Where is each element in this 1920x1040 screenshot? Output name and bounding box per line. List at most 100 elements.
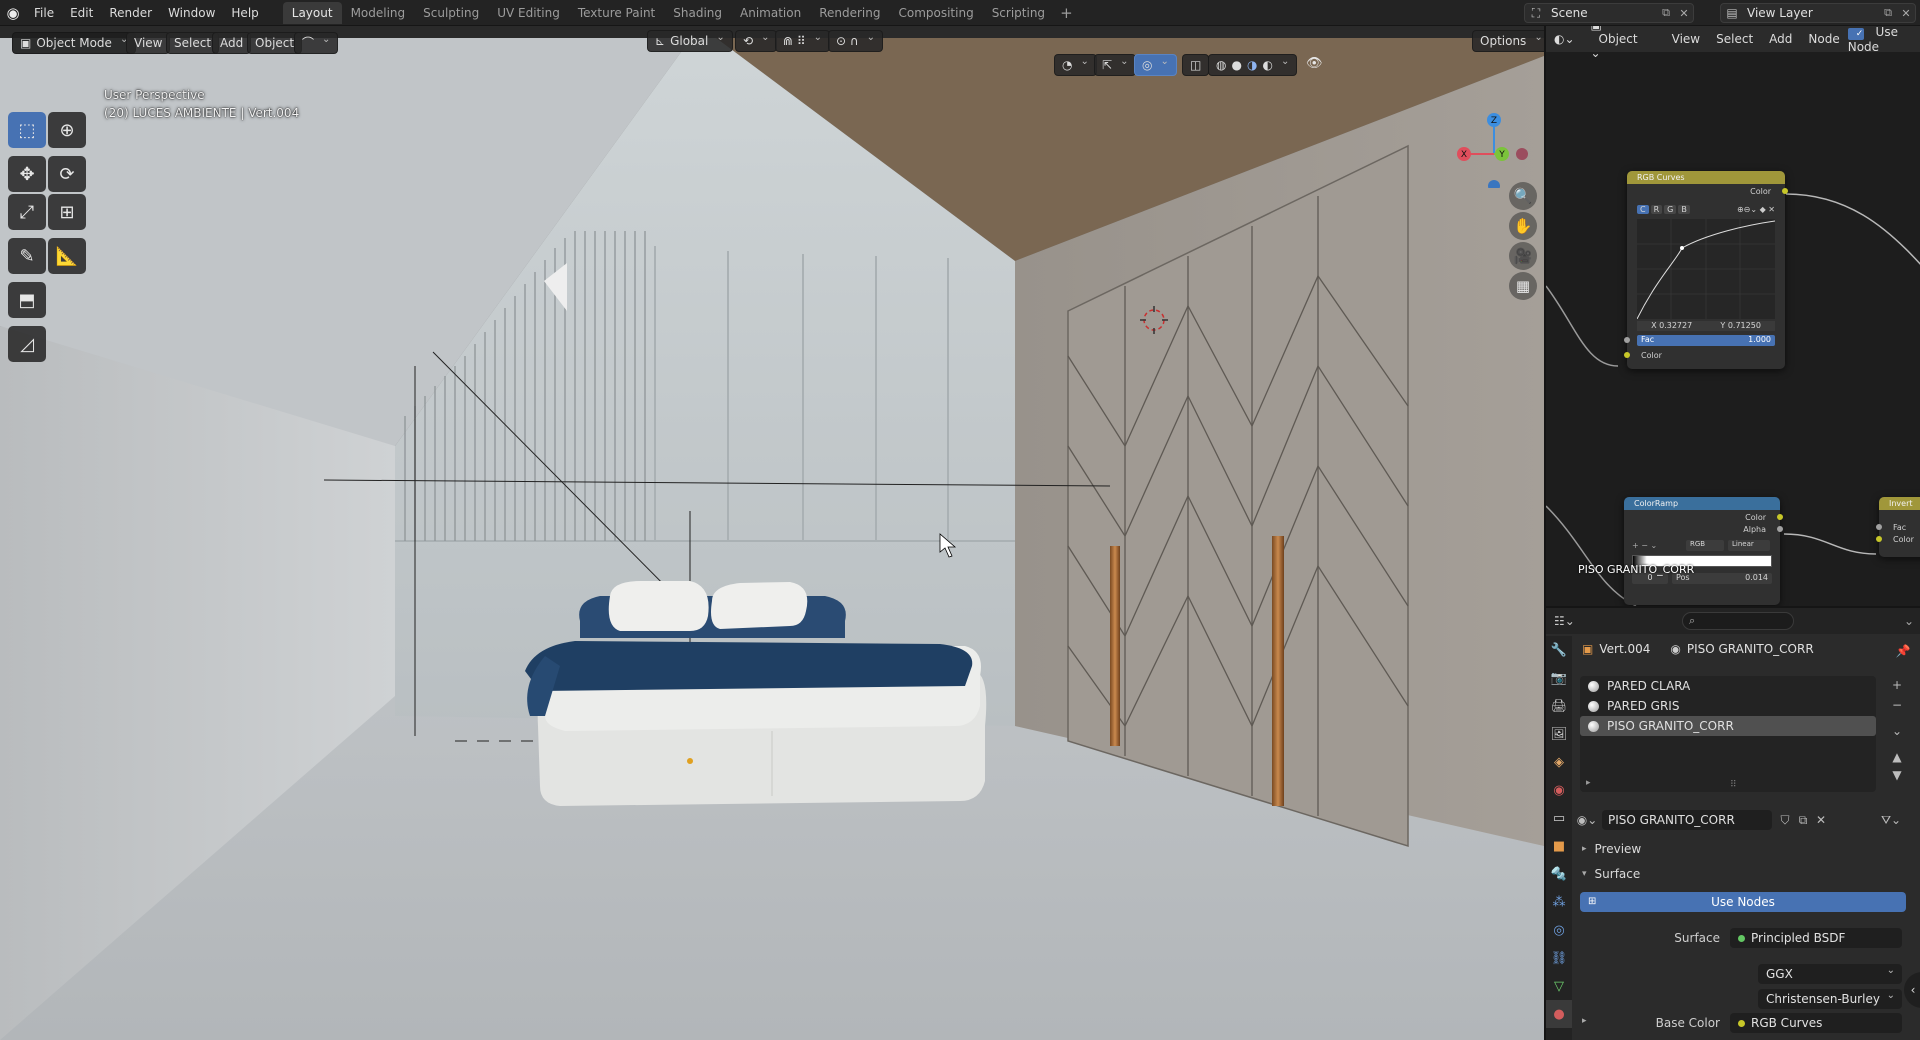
camera-view-icon[interactable]: 🎥 bbox=[1509, 242, 1537, 270]
slot-resize-handle-icon[interactable]: ⠿ bbox=[1730, 780, 1737, 790]
move-slot-up-icon[interactable]: ▲ bbox=[1888, 748, 1906, 766]
options-dropdown[interactable]: Options bbox=[1472, 30, 1544, 52]
menu-help[interactable]: Help bbox=[223, 0, 266, 26]
rgb-curves-output-socket[interactable] bbox=[1782, 188, 1788, 194]
overlays-dropdown[interactable]: ◎ bbox=[1134, 54, 1177, 76]
object-tab-icon[interactable]: ■ bbox=[1546, 832, 1572, 860]
channel-b[interactable]: B bbox=[1678, 205, 1690, 214]
rotate-tool-icon[interactable]: ⟳ bbox=[48, 156, 86, 192]
node-editor[interactable]: ◐⌄ ▣ Object ⌄ View Select Add Node ✓ Use… bbox=[1544, 26, 1920, 606]
browse-material-icon[interactable]: ◉⌄ bbox=[1577, 811, 1598, 829]
pivot-dropdown[interactable]: ⟲ bbox=[735, 30, 778, 52]
visibility-dropdown[interactable]: ◔ bbox=[1054, 54, 1097, 76]
menu-render[interactable]: Render bbox=[101, 0, 160, 26]
viewport-menu-add[interactable]: Add bbox=[212, 32, 252, 54]
tab-uv-editing[interactable]: UV Editing bbox=[488, 2, 569, 24]
axis-gizmo[interactable]: Z X Y bbox=[1450, 108, 1530, 188]
tab-layout[interactable]: Layout bbox=[282, 1, 342, 24]
scale-tool-icon[interactable]: ⤢ bbox=[8, 194, 46, 230]
rgb-curves-title[interactable]: RGB Curves bbox=[1627, 171, 1785, 184]
xray-toggle[interactable]: ◫ bbox=[1182, 54, 1210, 76]
channel-r[interactable]: R bbox=[1650, 205, 1663, 214]
world-tab-icon[interactable]: ◉ bbox=[1546, 776, 1572, 804]
add-slot-icon[interactable]: + bbox=[1888, 676, 1906, 694]
wardrobe-handle-left[interactable] bbox=[1110, 546, 1120, 746]
ramp-interpolation[interactable]: Linear bbox=[1728, 540, 1770, 551]
view-layer-tab-icon[interactable]: 🖼 bbox=[1546, 720, 1572, 748]
proportional-edit-dropdown[interactable]: ⊙ ∩ bbox=[828, 30, 884, 52]
scene-tab-icon[interactable]: ◈ bbox=[1546, 748, 1572, 776]
view-layer-selector[interactable]: ▤ View Layer ⧉ ✕ bbox=[1720, 3, 1916, 23]
snap-dropdown[interactable]: ⋒ ⠿ bbox=[775, 30, 831, 52]
zoom-icon[interactable]: 🔍 bbox=[1509, 182, 1537, 210]
channel-g[interactable]: G bbox=[1664, 205, 1677, 214]
surface-shader-field[interactable]: Principled BSDF bbox=[1730, 928, 1902, 948]
invert-fac-socket[interactable] bbox=[1876, 524, 1882, 530]
base-color-expand-icon[interactable]: ▸ bbox=[1582, 1016, 1587, 1026]
pin-icon[interactable]: 📌 bbox=[1894, 642, 1912, 660]
fac-input-socket[interactable] bbox=[1624, 337, 1630, 343]
unlink-material-icon[interactable]: ✕ bbox=[1812, 811, 1830, 829]
color-ramp-alpha-socket[interactable] bbox=[1777, 526, 1783, 532]
knife-tool-icon[interactable]: ◿ bbox=[8, 326, 46, 362]
invert-color-socket[interactable] bbox=[1876, 536, 1882, 542]
constraints-tab-icon[interactable]: ⛓ bbox=[1546, 944, 1572, 972]
curve-y-value[interactable]: Y 0.71250 bbox=[1720, 321, 1761, 331]
tab-animation[interactable]: Animation bbox=[731, 2, 810, 24]
curve-point-coords[interactable]: X 0.32727 Y 0.71250 bbox=[1637, 321, 1775, 331]
menu-edit[interactable]: Edit bbox=[62, 0, 101, 26]
use-nodes-button[interactable]: ⊞ Use Nodes bbox=[1580, 892, 1906, 912]
gizmo-dropdown[interactable]: ⇱ bbox=[1094, 54, 1137, 76]
delete-view-layer-icon[interactable]: ✕ bbox=[1897, 7, 1915, 20]
fake-user-shield-icon[interactable]: ⛉ bbox=[1776, 811, 1794, 829]
modifier-tab-icon[interactable]: 🔩 bbox=[1546, 860, 1572, 888]
duplicate-material-icon[interactable]: ⧉ bbox=[1794, 811, 1812, 829]
material-tab-icon[interactable]: ● bbox=[1546, 1000, 1572, 1028]
render-tab-icon[interactable]: 📷 bbox=[1546, 664, 1572, 692]
tab-shading[interactable]: Shading bbox=[664, 2, 731, 24]
curve-tools-icon[interactable]: ⊕⊖⌄ ◆ ✕ bbox=[1737, 205, 1775, 214]
invert-node[interactable]: Invert Fac Color bbox=[1876, 497, 1920, 557]
physics-tab-icon[interactable]: ◎ bbox=[1546, 916, 1572, 944]
distribution-dropdown[interactable]: GGX bbox=[1758, 961, 1902, 984]
cursor-tool-icon[interactable]: ⊕ bbox=[48, 112, 86, 148]
color-ramp-node[interactable]: ColorRamp Color Alpha + − ⌄ RGB Linear 0… bbox=[1624, 497, 1783, 605]
new-scene-icon[interactable]: ⧉ bbox=[1657, 6, 1675, 20]
material-name-field[interactable]: PISO GRANITO_CORR bbox=[1602, 810, 1772, 830]
scene-render[interactable] bbox=[0, 26, 1544, 1040]
tool-tab-icon[interactable]: 🔧 bbox=[1546, 636, 1572, 664]
slot-expand-icon[interactable]: ▸ bbox=[1586, 778, 1591, 788]
curve-graph[interactable] bbox=[1637, 219, 1775, 319]
transform-tool-icon[interactable]: ⊞ bbox=[48, 194, 86, 230]
blender-logo-icon[interactable]: ◉ bbox=[0, 0, 26, 26]
sidebar-toggle-icon[interactable]: ‹ bbox=[1904, 972, 1920, 1008]
color-ramp-color-socket[interactable] bbox=[1777, 514, 1783, 520]
ramp-add-remove-icons[interactable]: + − ⌄ bbox=[1632, 541, 1657, 550]
tab-scripting[interactable]: Scripting bbox=[983, 2, 1054, 24]
rendered-shading-icon[interactable]: ◐ bbox=[1262, 55, 1272, 75]
delete-scene-icon[interactable]: ✕ bbox=[1675, 7, 1693, 20]
rgb-curves-node[interactable]: RGB Curves Color C R G B ⊕⊖⌄ ◆ ✕ X 0.327… bbox=[1624, 171, 1788, 369]
invert-title[interactable]: Invert bbox=[1879, 497, 1920, 510]
tab-modeling[interactable]: Modeling bbox=[342, 2, 415, 24]
annotate-tool-icon[interactable]: ✎ bbox=[8, 238, 46, 274]
menu-file[interactable]: File bbox=[26, 0, 62, 26]
move-slot-down-icon[interactable]: ▼ bbox=[1888, 766, 1906, 784]
properties-editor-type-icon[interactable]: ☷⌄ bbox=[1546, 614, 1575, 628]
slot-specials-icon[interactable]: ⌄ bbox=[1888, 722, 1906, 740]
curve-x-value[interactable]: X 0.32727 bbox=[1651, 321, 1692, 331]
material-shading-icon[interactable]: ◑ bbox=[1247, 55, 1257, 75]
tab-rendering[interactable]: Rendering bbox=[810, 2, 889, 24]
material-slot[interactable]: PARED CLARA bbox=[1580, 676, 1876, 696]
scene-name[interactable]: Scene bbox=[1547, 6, 1657, 20]
add-workspace-icon[interactable]: + bbox=[1054, 4, 1079, 22]
add-cube-tool-icon[interactable]: ⬒ bbox=[8, 282, 46, 318]
tab-sculpting[interactable]: Sculpting bbox=[414, 2, 488, 24]
viewport-menu-view[interactable]: View bbox=[126, 32, 171, 54]
subsurface-method-dropdown[interactable]: Christensen-Burley bbox=[1758, 986, 1902, 1009]
output-tab-icon[interactable]: 🖨 bbox=[1546, 692, 1572, 720]
link-mode-icon[interactable]: ⛛⌄ bbox=[1881, 811, 1901, 829]
scene-selector[interactable]: ⛶ Scene ⧉ ✕ bbox=[1524, 3, 1694, 23]
particles-tab-icon[interactable]: ⁂ bbox=[1546, 888, 1572, 916]
tab-compositing[interactable]: Compositing bbox=[889, 2, 982, 24]
